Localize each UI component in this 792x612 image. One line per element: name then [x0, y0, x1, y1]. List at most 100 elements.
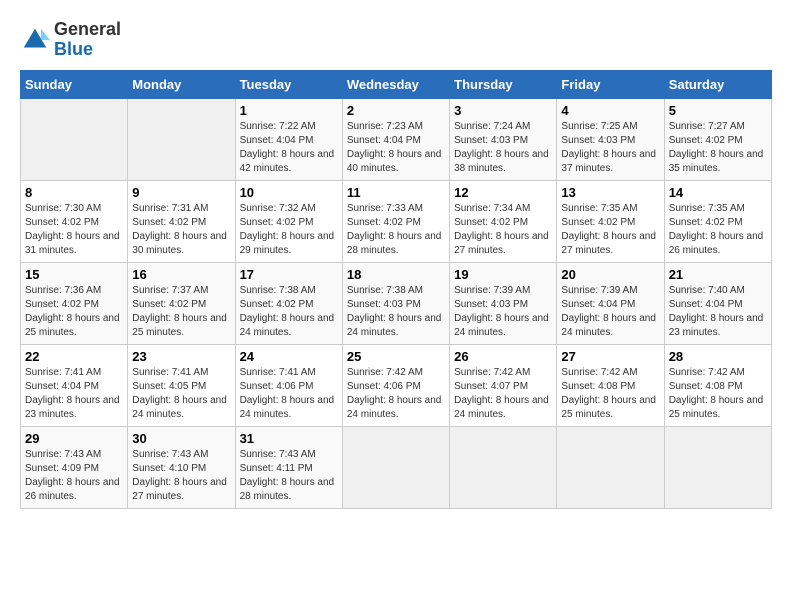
day-number: 16 [132, 267, 230, 282]
calendar-cell: 3 Sunrise: 7:24 AMSunset: 4:03 PMDaylight… [450, 98, 557, 180]
logo-icon [20, 25, 50, 55]
calendar-cell: 25 Sunrise: 7:42 AMSunset: 4:06 PMDayligh… [342, 344, 449, 426]
calendar-cell: 21 Sunrise: 7:40 AMSunset: 4:04 PMDayligh… [664, 262, 771, 344]
day-info: Sunrise: 7:22 AMSunset: 4:04 PMDaylight:… [240, 120, 338, 176]
day-info: Sunrise: 7:24 AMSunset: 4:03 PMDaylight:… [454, 120, 552, 176]
calendar-cell: 16Sunrise: 7:37 AMSunset: 4:02 PMDayligh… [128, 262, 235, 344]
day-number: 28 [669, 349, 767, 364]
day-number: 26 [454, 349, 552, 364]
weekday-header: Monday [128, 70, 235, 98]
day-number: 24 [240, 349, 338, 364]
day-info: Sunrise: 7:42 AMSunset: 4:08 PMDaylight:… [669, 366, 767, 422]
calendar-cell: 31 Sunrise: 7:43 AMSunset: 4:11 PMDayligh… [235, 426, 342, 508]
day-number: 27 [561, 349, 659, 364]
calendar-cell [450, 426, 557, 508]
day-number: 12 [454, 185, 552, 200]
day-number: 29 [25, 431, 123, 446]
day-info: Sunrise: 7:31 AMSunset: 4:02 PMDaylight:… [132, 202, 230, 258]
calendar-cell [664, 426, 771, 508]
day-number: 23 [132, 349, 230, 364]
day-info: Sunrise: 7:25 AMSunset: 4:03 PMDaylight:… [561, 120, 659, 176]
calendar-week-row: 22Sunrise: 7:41 AMSunset: 4:04 PMDayligh… [21, 344, 772, 426]
calendar-table: SundayMondayTuesdayWednesdayThursdayFrid… [20, 70, 772, 509]
calendar-cell: 8 Sunrise: 7:30 AMSunset: 4:02 PMDaylight… [21, 180, 128, 262]
calendar-cell: 26 Sunrise: 7:42 AMSunset: 4:07 PMDayligh… [450, 344, 557, 426]
logo-text: GeneralBlue [54, 20, 121, 60]
day-info: Sunrise: 7:27 AMSunset: 4:02 PMDaylight:… [669, 120, 767, 176]
day-number: 2 [347, 103, 445, 118]
day-number: 1 [240, 103, 338, 118]
weekday-header: Tuesday [235, 70, 342, 98]
weekday-header: Saturday [664, 70, 771, 98]
day-info: Sunrise: 7:35 AMSunset: 4:02 PMDaylight:… [669, 202, 767, 258]
day-number: 9 [132, 185, 230, 200]
day-number: 19 [454, 267, 552, 282]
calendar-cell: 12Sunrise: 7:34 AMSunset: 4:02 PMDayligh… [450, 180, 557, 262]
calendar-cell: 22Sunrise: 7:41 AMSunset: 4:04 PMDayligh… [21, 344, 128, 426]
calendar-cell: 29 Sunrise: 7:43 AMSunset: 4:09 PMDayligh… [21, 426, 128, 508]
calendar-cell: 4Sunrise: 7:25 AMSunset: 4:03 PMDaylight… [557, 98, 664, 180]
day-number: 22 [25, 349, 123, 364]
calendar-cell [128, 98, 235, 180]
day-info: Sunrise: 7:33 AMSunset: 4:02 PMDaylight:… [347, 202, 445, 258]
day-number: 25 [347, 349, 445, 364]
calendar-week-row: 15 Sunrise: 7:36 AMSunset: 4:02 PMDayligh… [21, 262, 772, 344]
day-number: 8 [25, 185, 123, 200]
calendar-week-row: 1 Sunrise: 7:22 AMSunset: 4:04 PMDaylight… [21, 98, 772, 180]
weekday-header: Thursday [450, 70, 557, 98]
day-info: Sunrise: 7:32 AMSunset: 4:02 PMDaylight:… [240, 202, 338, 258]
day-number: 10 [240, 185, 338, 200]
day-number: 31 [240, 431, 338, 446]
day-number: 21 [669, 267, 767, 282]
day-info: Sunrise: 7:36 AMSunset: 4:02 PMDaylight:… [25, 284, 123, 340]
calendar-cell: 19 Sunrise: 7:39 AMSunset: 4:03 PMDayligh… [450, 262, 557, 344]
day-info: Sunrise: 7:41 AMSunset: 4:06 PMDaylight:… [240, 366, 338, 422]
calendar-cell: 14 Sunrise: 7:35 AMSunset: 4:02 PMDayligh… [664, 180, 771, 262]
calendar-cell: 18 Sunrise: 7:38 AMSunset: 4:03 PMDayligh… [342, 262, 449, 344]
weekday-header: Wednesday [342, 70, 449, 98]
logo: GeneralBlue [20, 20, 121, 60]
day-info: Sunrise: 7:38 AMSunset: 4:03 PMDaylight:… [347, 284, 445, 340]
calendar-cell: 2 Sunrise: 7:23 AMSunset: 4:04 PMDaylight… [342, 98, 449, 180]
weekday-header: Sunday [21, 70, 128, 98]
day-info: Sunrise: 7:38 AMSunset: 4:02 PMDaylight:… [240, 284, 338, 340]
day-info: Sunrise: 7:40 AMSunset: 4:04 PMDaylight:… [669, 284, 767, 340]
day-info: Sunrise: 7:23 AMSunset: 4:04 PMDaylight:… [347, 120, 445, 176]
day-info: Sunrise: 7:39 AMSunset: 4:04 PMDaylight:… [561, 284, 659, 340]
calendar-cell: 10 Sunrise: 7:32 AMSunset: 4:02 PMDayligh… [235, 180, 342, 262]
day-info: Sunrise: 7:43 AMSunset: 4:11 PMDaylight:… [240, 448, 338, 504]
day-info: Sunrise: 7:43 AMSunset: 4:09 PMDaylight:… [25, 448, 123, 504]
calendar-cell: 5 Sunrise: 7:27 AMSunset: 4:02 PMDaylight… [664, 98, 771, 180]
calendar-cell: 27 Sunrise: 7:42 AMSunset: 4:08 PMDayligh… [557, 344, 664, 426]
page-header: GeneralBlue [20, 20, 772, 60]
calendar-cell: 13Sunrise: 7:35 AMSunset: 4:02 PMDayligh… [557, 180, 664, 262]
calendar-week-row: 8 Sunrise: 7:30 AMSunset: 4:02 PMDaylight… [21, 180, 772, 262]
day-number: 14 [669, 185, 767, 200]
day-info: Sunrise: 7:42 AMSunset: 4:08 PMDaylight:… [561, 366, 659, 422]
day-number: 15 [25, 267, 123, 282]
calendar-cell: 30 Sunrise: 7:43 AMSunset: 4:10 PMDayligh… [128, 426, 235, 508]
calendar-cell [21, 98, 128, 180]
day-info: Sunrise: 7:42 AMSunset: 4:06 PMDaylight:… [347, 366, 445, 422]
day-info: Sunrise: 7:30 AMSunset: 4:02 PMDaylight:… [25, 202, 123, 258]
day-info: Sunrise: 7:39 AMSunset: 4:03 PMDaylight:… [454, 284, 552, 340]
day-info: Sunrise: 7:43 AMSunset: 4:10 PMDaylight:… [132, 448, 230, 504]
day-number: 5 [669, 103, 767, 118]
day-number: 3 [454, 103, 552, 118]
day-number: 18 [347, 267, 445, 282]
day-info: Sunrise: 7:42 AMSunset: 4:07 PMDaylight:… [454, 366, 552, 422]
calendar-cell: 24 Sunrise: 7:41 AMSunset: 4:06 PMDayligh… [235, 344, 342, 426]
day-number: 20 [561, 267, 659, 282]
calendar-cell: 1 Sunrise: 7:22 AMSunset: 4:04 PMDaylight… [235, 98, 342, 180]
calendar-cell: 15 Sunrise: 7:36 AMSunset: 4:02 PMDayligh… [21, 262, 128, 344]
calendar-cell: 28 Sunrise: 7:42 AMSunset: 4:08 PMDayligh… [664, 344, 771, 426]
calendar-cell: 20 Sunrise: 7:39 AMSunset: 4:04 PMDayligh… [557, 262, 664, 344]
day-info: Sunrise: 7:35 AMSunset: 4:02 PMDaylight:… [561, 202, 659, 258]
day-number: 30 [132, 431, 230, 446]
calendar-cell [342, 426, 449, 508]
weekday-header: Friday [557, 70, 664, 98]
calendar-cell: 9 Sunrise: 7:31 AMSunset: 4:02 PMDaylight… [128, 180, 235, 262]
day-number: 17 [240, 267, 338, 282]
calendar-week-row: 29 Sunrise: 7:43 AMSunset: 4:09 PMDayligh… [21, 426, 772, 508]
day-number: 11 [347, 185, 445, 200]
